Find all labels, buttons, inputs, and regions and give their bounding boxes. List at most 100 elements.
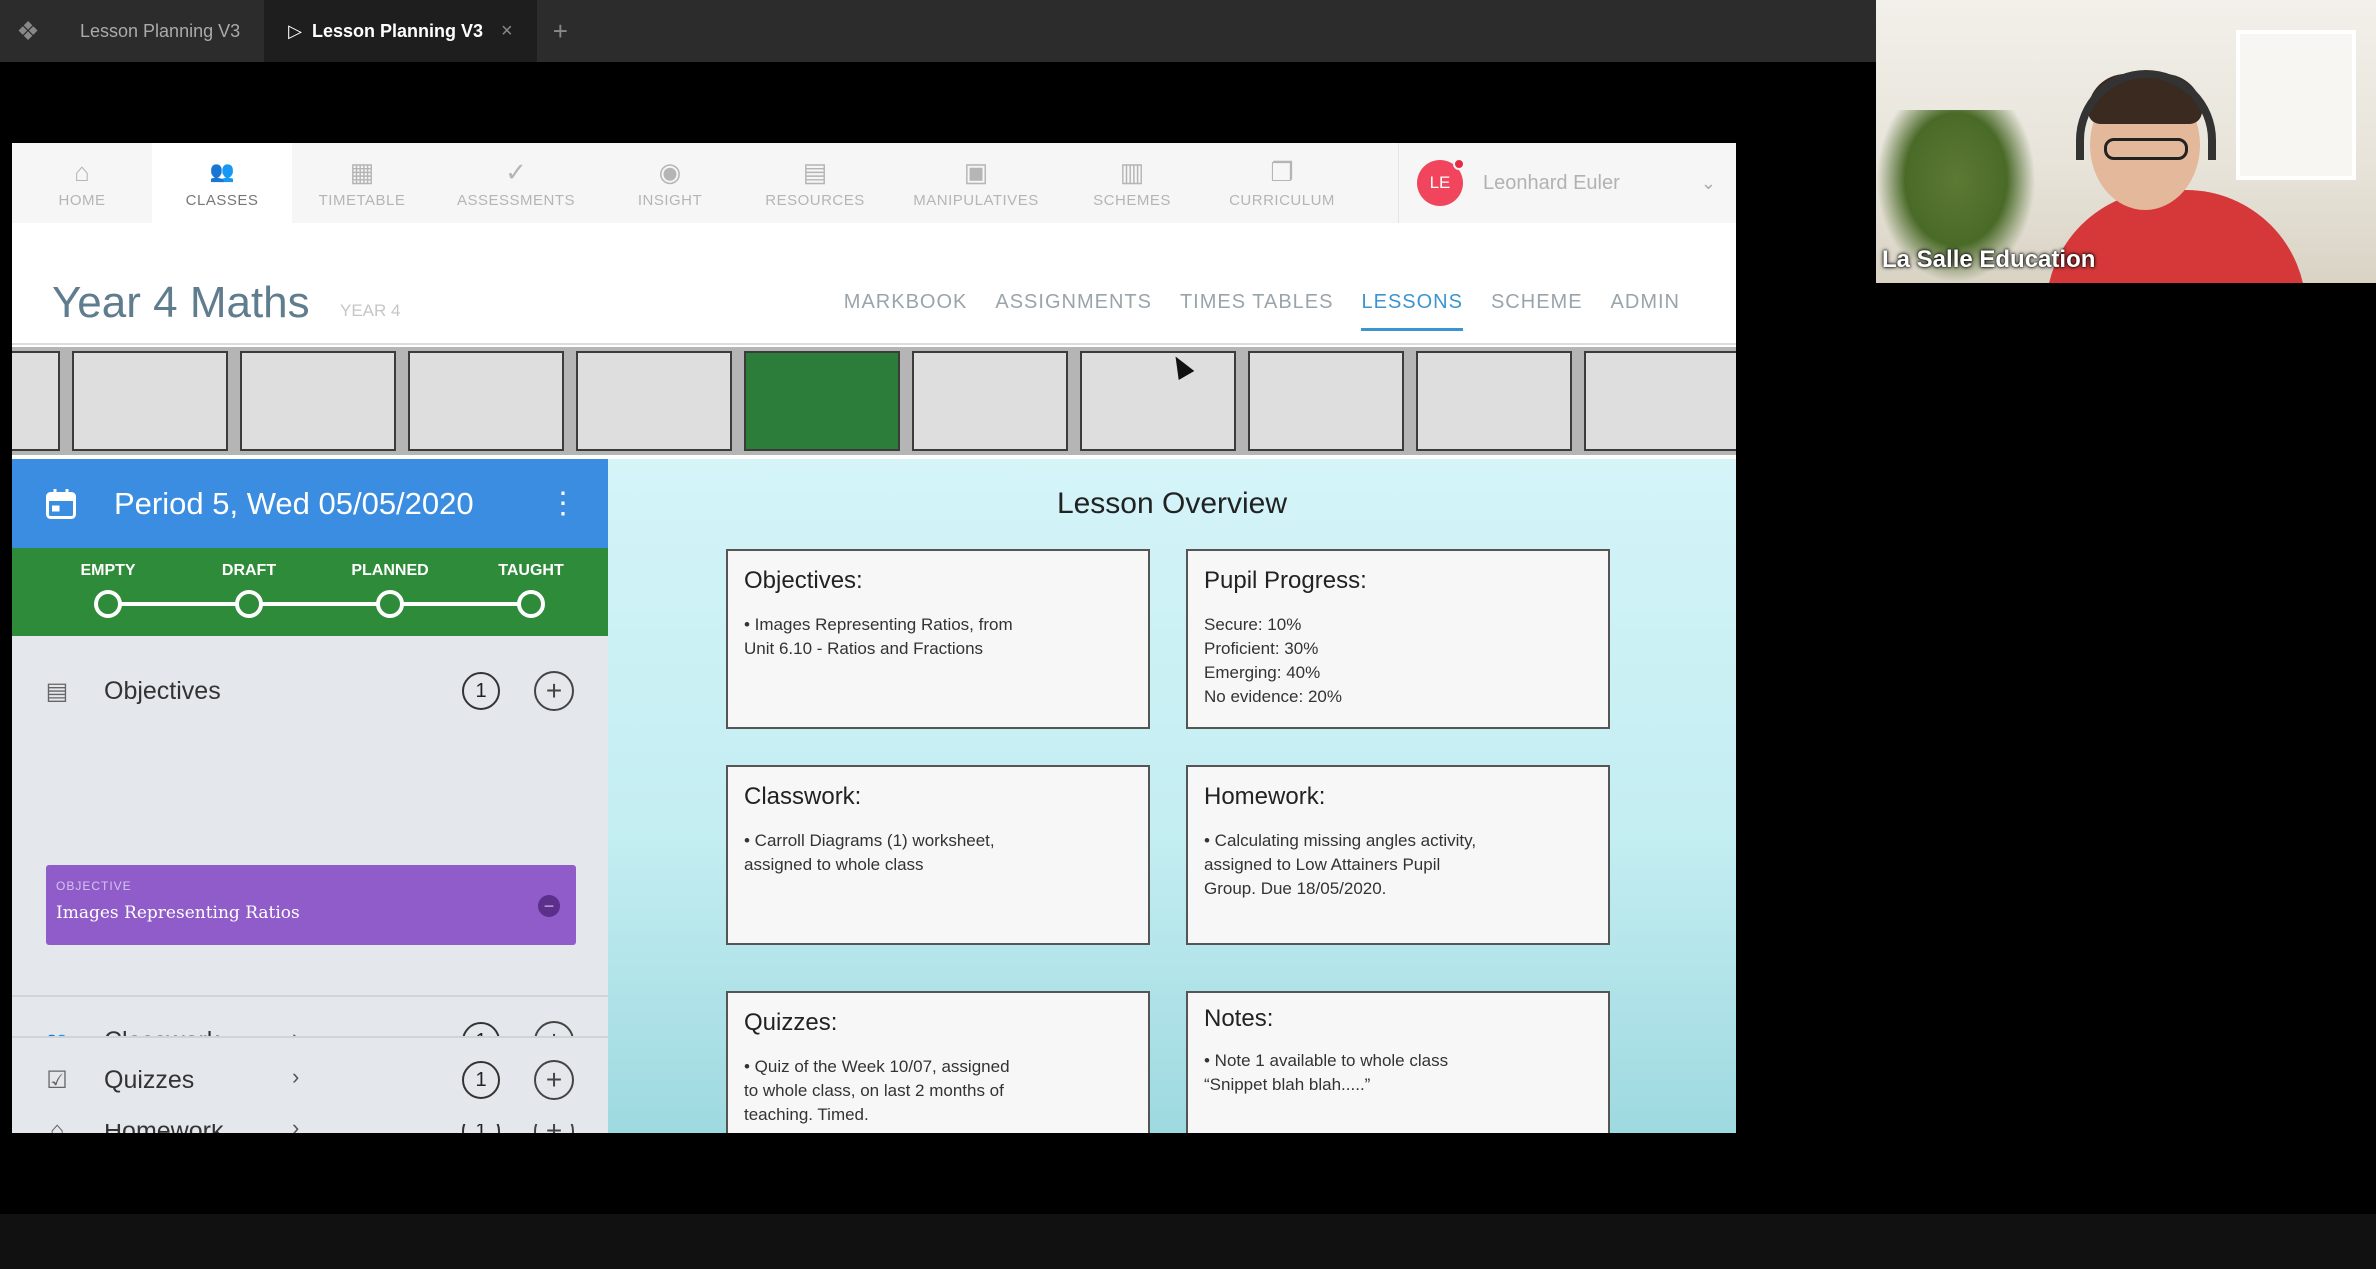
chevron-down-icon[interactable]: ⌄ xyxy=(1701,173,1716,194)
lesson-thumbnail[interactable] xyxy=(744,351,900,451)
user-menu[interactable]: LE Leonhard Euler ⌄ xyxy=(1398,143,1736,223)
status-empty[interactable]: EMPTY xyxy=(38,548,178,618)
add-objective-button[interactable]: + xyxy=(534,671,574,711)
lesson-thumbnail[interactable] xyxy=(72,351,228,451)
card-notes[interactable]: Notes: • Note 1 available to whole class… xyxy=(1186,991,1610,1133)
nav-insight[interactable]: ◉ INSIGHT xyxy=(600,143,740,223)
lesson-thumbnail[interactable] xyxy=(576,351,732,451)
section-quizzes[interactable]: ☑ Quizzes › 1 + xyxy=(12,1036,608,1124)
notification-dot xyxy=(1453,158,1465,170)
status-label: DRAFT xyxy=(221,562,277,579)
page-title: Year 4 Maths xyxy=(52,278,310,327)
card-body: Secure: 10% Proficient: 30% Emerging: 40… xyxy=(1204,615,1342,706)
lesson-thumbnail[interactable] xyxy=(912,351,1068,451)
nav-label: SCHEMES xyxy=(1093,191,1171,209)
status-track xyxy=(96,602,520,606)
figma-tab-bar: ❖ Lesson Planning V3 ▷ Lesson Planning V… xyxy=(0,0,1876,62)
tab-times-tables[interactable]: TIMES TABLES xyxy=(1180,291,1334,331)
tab-markbook[interactable]: MARKBOOK xyxy=(844,291,968,331)
card-body: • Quiz of the Week 10/07, assigned to wh… xyxy=(744,1057,1010,1124)
tab-lesson-planning-1[interactable]: Lesson Planning V3 xyxy=(56,0,264,62)
lesson-thumbnail[interactable] xyxy=(1416,351,1572,451)
lesson-thumbnail[interactable] xyxy=(408,351,564,451)
status-node xyxy=(235,590,263,618)
class-header: Year 4 Maths YEAR 4 MARKBOOK ASSIGNMENTS… xyxy=(12,223,1736,345)
card-title: Objectives: xyxy=(744,567,863,594)
nav-label: MANIPULATIVES xyxy=(913,191,1039,209)
card-title: Classwork: xyxy=(744,783,862,810)
card-title: Quizzes: xyxy=(744,1009,838,1036)
cube-icon: ▣ xyxy=(963,156,989,187)
avatar-initials: LE xyxy=(1429,173,1451,192)
figma-logo-icon[interactable]: ❖ xyxy=(0,0,56,62)
nav-label: RESOURCES xyxy=(765,191,865,209)
people-icon: 👥 xyxy=(209,160,235,183)
more-options-icon[interactable]: ⋮ xyxy=(548,486,578,521)
lesson-thumbnail[interactable] xyxy=(240,351,396,451)
webcam-feed: La Salle Education xyxy=(1876,0,2376,283)
lesson-thumbnail[interactable] xyxy=(1248,351,1404,451)
nav-schemes[interactable]: ▥ SCHEMES xyxy=(1062,143,1202,223)
lesson-sidebar: Period 5, Wed 05/05/2020 ⋮ EMPTY DRAFT P… xyxy=(12,459,608,1133)
card-quizzes[interactable]: Quizzes: • Quiz of the Week 10/07, assig… xyxy=(726,991,1150,1133)
card-title: Homework: xyxy=(1204,783,1326,810)
clipboard-check-icon: ☑ xyxy=(46,1066,68,1094)
calendar-icon-svg xyxy=(46,488,76,519)
status-label: TAUGHT xyxy=(498,562,564,579)
status-draft[interactable]: DRAFT xyxy=(179,548,319,618)
tab-label: Lesson Planning V3 xyxy=(80,20,241,41)
nav-label: INSIGHT xyxy=(637,191,703,209)
tab-assignments[interactable]: ASSIGNMENTS xyxy=(995,291,1152,331)
card-body: • Note 1 available to whole class “Snipp… xyxy=(1204,1051,1449,1094)
add-quiz-button[interactable]: + xyxy=(534,1060,574,1100)
chevron-right-icon[interactable]: › xyxy=(292,1064,299,1090)
tab-lesson-planning-2[interactable]: ▷ Lesson Planning V3 × xyxy=(264,0,537,62)
year-badge: YEAR 4 xyxy=(340,301,401,320)
card-pupil-progress[interactable]: Pupil Progress: Secure: 10% Proficient: … xyxy=(1186,549,1610,729)
tab-label: Lesson Planning V3 xyxy=(311,20,484,41)
eye-icon: ◉ xyxy=(658,156,682,187)
remove-objective-button[interactable]: − xyxy=(538,895,560,917)
overview-title: Lesson Overview xyxy=(1056,487,1288,520)
tab-lessons[interactable]: LESSONS xyxy=(1361,291,1463,331)
card-homework[interactable]: Homework: • Calculating missing angles a… xyxy=(1186,765,1610,945)
new-tab-button[interactable]: + xyxy=(537,16,584,47)
status-planned[interactable]: PLANNED xyxy=(320,548,460,618)
lesson-thumbnail[interactable] xyxy=(1584,351,1736,451)
section-label: Quizzes xyxy=(104,1065,195,1094)
folder-icon: ▤ xyxy=(802,156,828,187)
section-label: Objectives xyxy=(104,676,221,705)
nav-label: CURRICULUM xyxy=(1229,191,1335,209)
nav-timetable[interactable]: ▦ TIMETABLE xyxy=(292,143,432,223)
nav-home[interactable]: ⌂ HOME xyxy=(12,143,152,223)
divider xyxy=(12,1036,608,1038)
status-label: PLANNED xyxy=(351,562,429,579)
objective-caption: OBJECTIVE xyxy=(56,879,132,893)
tab-admin[interactable]: ADMIN xyxy=(1611,291,1680,331)
card-classwork[interactable]: Classwork: • Carroll Diagrams (1) worksh… xyxy=(726,765,1150,945)
close-icon[interactable]: × xyxy=(501,20,513,43)
objectives-count: 1 xyxy=(462,672,500,710)
tab-scheme[interactable]: SCHEME xyxy=(1491,291,1583,331)
lesson-status-tracker: EMPTY DRAFT PLANNED TAUGHT xyxy=(12,548,608,636)
nav-assessments[interactable]: ✓ ASSESSMENTS xyxy=(432,143,600,223)
calendar-grid-icon: ▦ xyxy=(349,156,375,187)
period-title: Period 5, Wed 05/05/2020 xyxy=(114,485,474,521)
nav-curriculum[interactable]: ❐ CURRICULUM xyxy=(1202,143,1362,223)
nav-resources[interactable]: ▤ RESOURCES xyxy=(740,143,890,223)
card-body: • Images Representing Ratios, from Unit … xyxy=(744,615,1013,658)
list-icon: ▤ xyxy=(45,677,69,705)
card-body: • Calculating missing angles activity, a… xyxy=(1204,831,1477,898)
calendar-icon xyxy=(42,485,80,523)
card-body: • Carroll Diagrams (1) worksheet, assign… xyxy=(744,831,995,874)
status-taught[interactable]: TAUGHT xyxy=(461,548,601,618)
card-objectives[interactable]: Objectives: • Images Representing Ratios… xyxy=(726,549,1150,729)
objective-card[interactable]: OBJECTIVE Images Representing Ratios − xyxy=(46,865,576,945)
lesson-thumbnail[interactable] xyxy=(12,351,60,451)
nav-classes[interactable]: 👥 CLASSES xyxy=(152,143,292,223)
nav-label: CLASSES xyxy=(185,191,259,209)
user-name: Leonhard Euler xyxy=(1483,171,1620,194)
lesson-thumbnail[interactable] xyxy=(1080,351,1236,451)
nav-manipulatives[interactable]: ▣ MANIPULATIVES xyxy=(890,143,1062,223)
period-header: Period 5, Wed 05/05/2020 ⋮ xyxy=(12,459,608,548)
